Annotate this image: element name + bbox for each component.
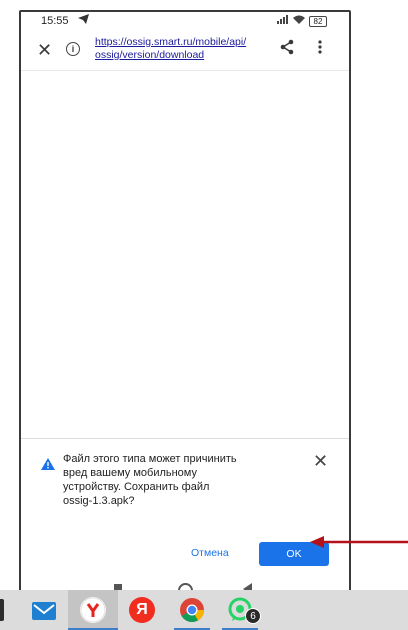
status-icons: 82 [277,15,327,27]
yandex-icon[interactable]: Я [129,597,155,623]
info-icon[interactable]: i [66,42,80,56]
warning-message-line-3: устройству. Сохранить файл [63,481,210,493]
cropped-app-icon[interactable] [0,599,4,621]
url-line-1[interactable]: https://ossig.smart.ru/mobile/api/ [95,36,275,49]
windows-taskbar: Я 6 [0,590,408,630]
dialog-close-icon[interactable]: ✕ [313,451,328,472]
warning-message-line-4: ossig-1.3.apk? [63,495,135,507]
ok-button[interactable]: OK [259,542,329,566]
warning-message-line-1: Файл этого типа может причинить [63,453,237,465]
browser-toolbar: ✕ i https://ossig.smart.ru/mobile/api/ o… [21,30,349,71]
warning-message-line-2: вред вашему мобильному [63,467,197,479]
download-warning-dialog: Файл этого типа может причинить вред ваш… [21,438,349,593]
cancel-button[interactable]: Отмена [191,547,229,559]
close-icon[interactable]: ✕ [37,40,52,61]
share-icon[interactable] [279,39,295,60]
yandex-browser-icon[interactable] [80,597,106,623]
warning-message: Файл этого типа может причинить вред ваш… [63,452,273,508]
phone-screen: 15:55 82 ✕ i https://ossig.smart.ru/mobi… [19,10,351,595]
url-text[interactable]: https://ossig.smart.ru/mobile/api/ ossig… [95,36,275,62]
warning-icon [41,457,55,475]
page-content [21,71,349,437]
notification-badge: 6 [245,608,261,624]
signal-icon [277,15,289,27]
chrome-icon[interactable] [179,597,205,623]
battery-icon: 82 [309,15,327,27]
more-menu-icon[interactable] [317,40,323,54]
status-bar: 15:55 82 [21,12,349,30]
wifi-icon [293,15,305,27]
mail-icon[interactable] [32,602,56,620]
status-time: 15:55 [41,15,69,27]
url-line-2[interactable]: ossig/version/download [95,49,275,62]
telegram-icon [78,14,89,27]
